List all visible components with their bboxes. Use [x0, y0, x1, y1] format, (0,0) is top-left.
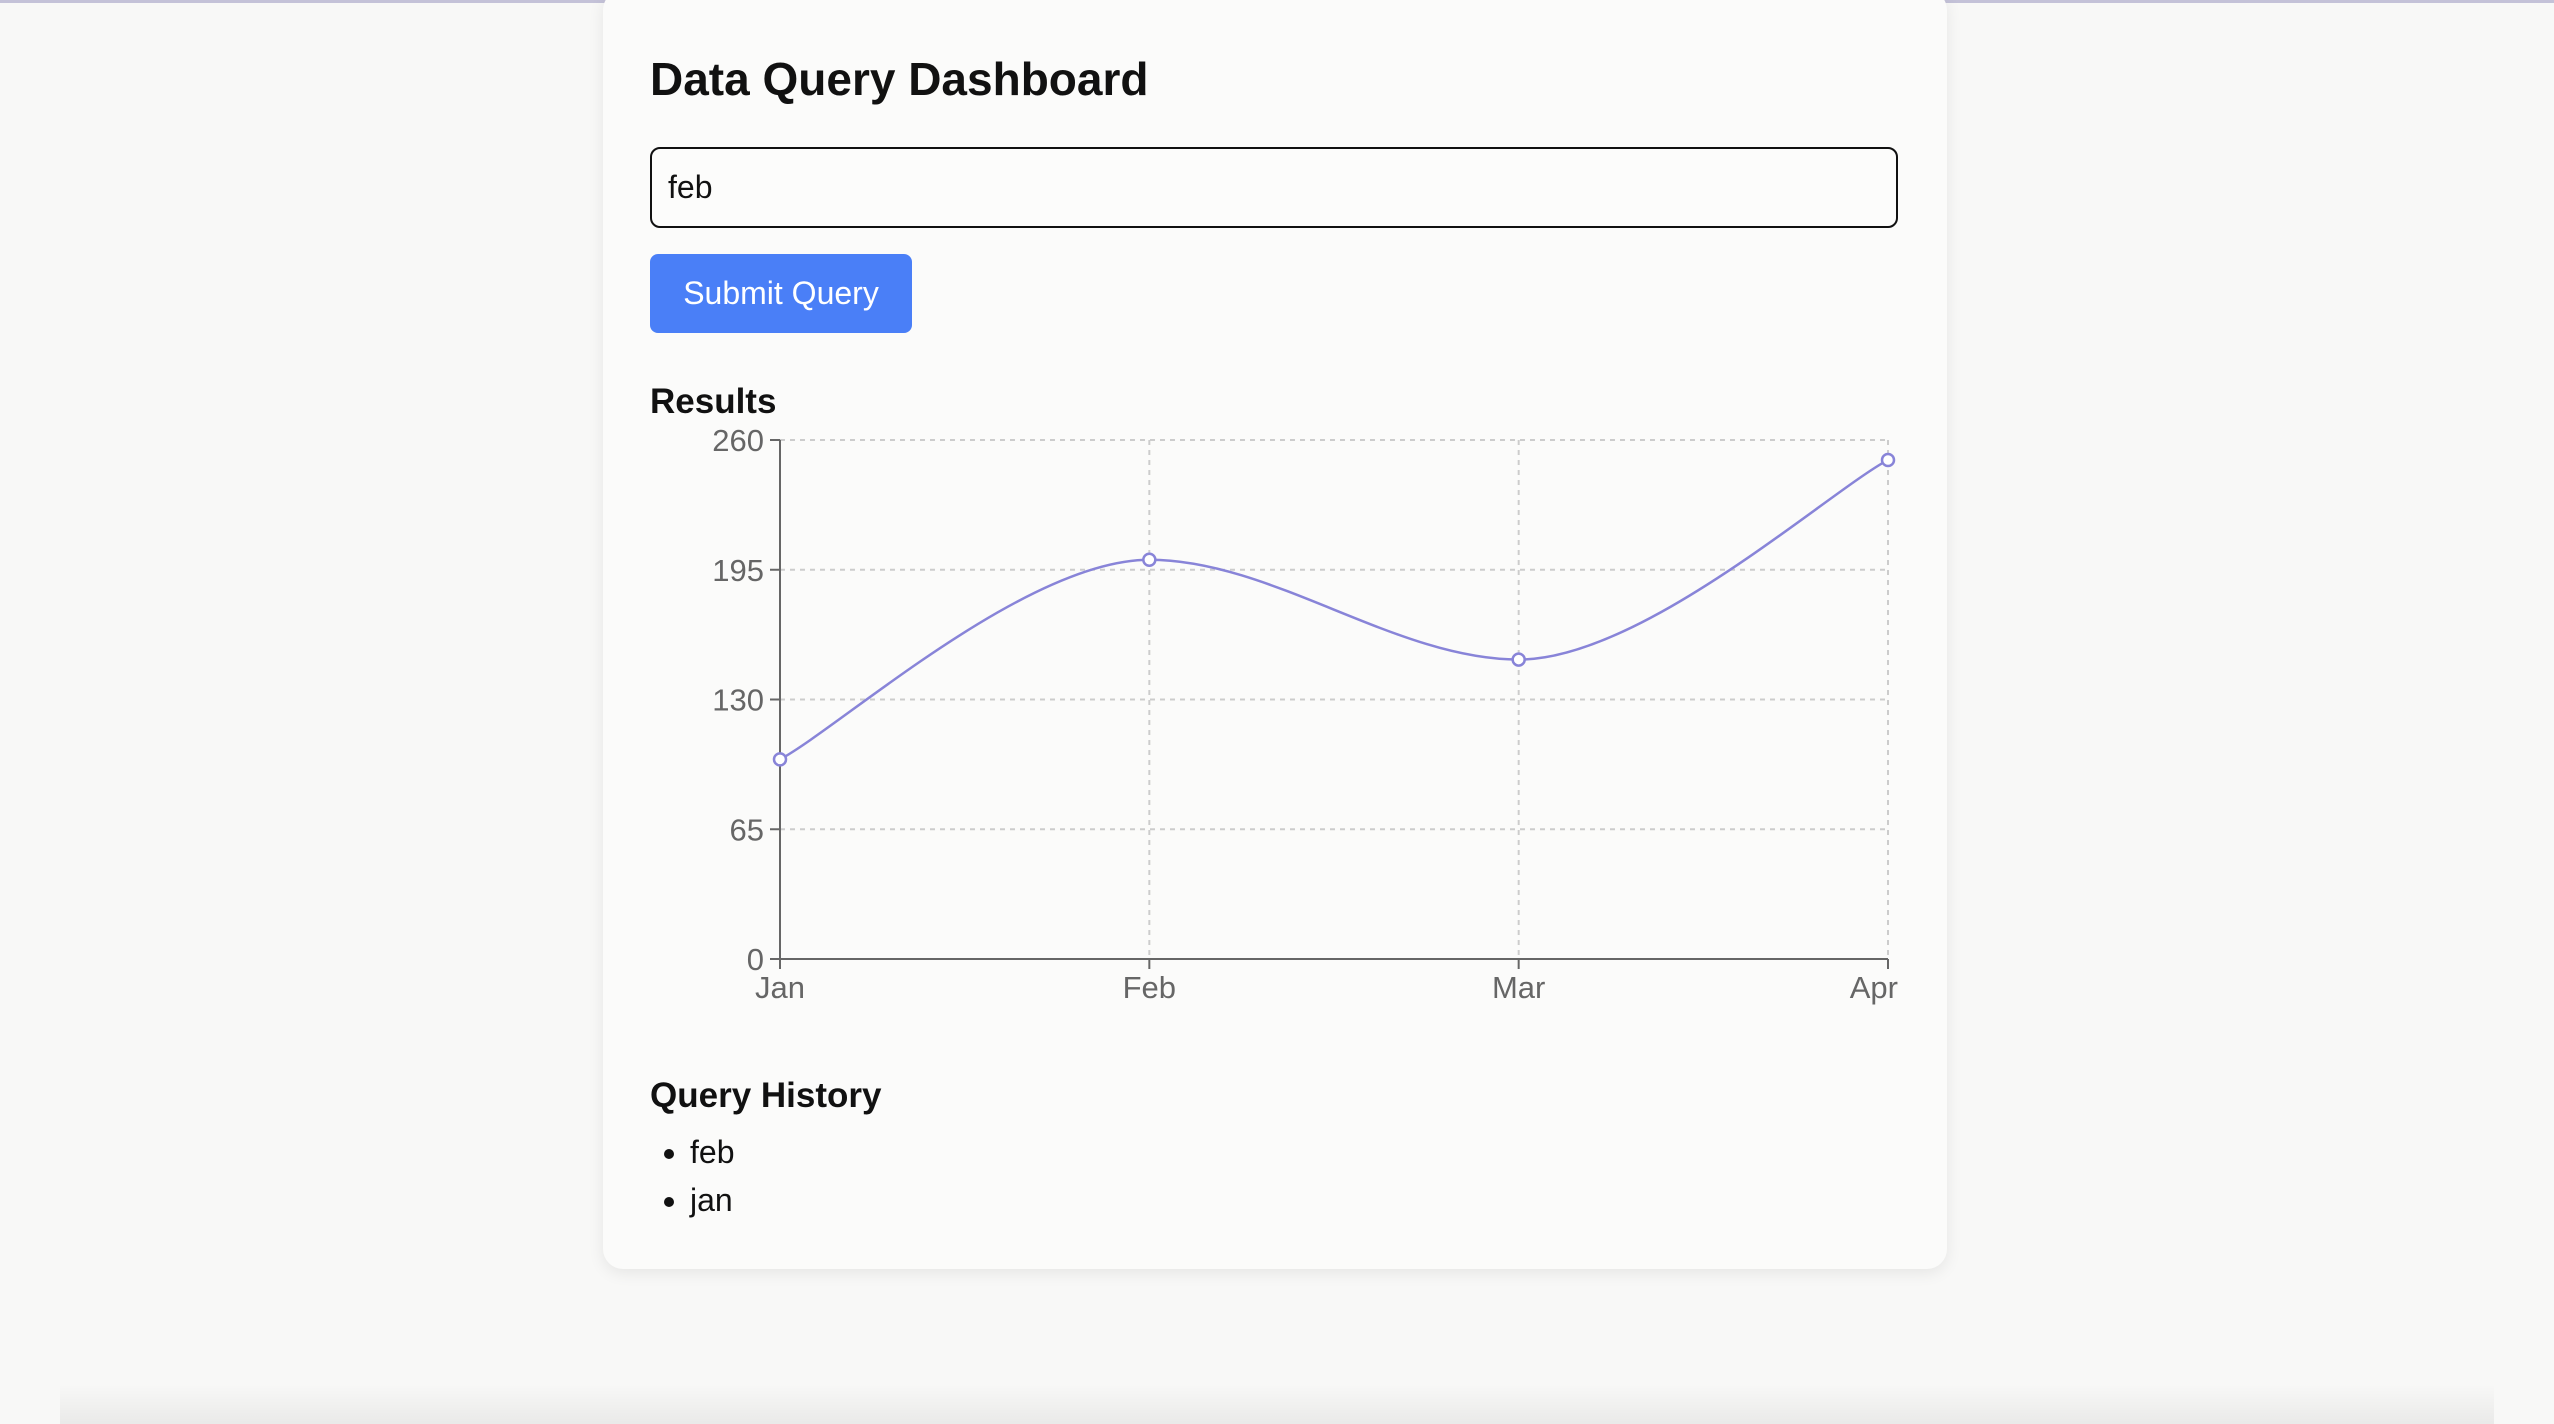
query-input[interactable]: [650, 147, 1898, 228]
x-tick-label: Jan: [755, 970, 805, 1005]
submit-query-button[interactable]: Submit Query: [650, 254, 912, 333]
y-tick-label: 260: [712, 423, 764, 458]
x-tick-label: Apr: [1850, 970, 1898, 1005]
history-item[interactable]: jan: [690, 1176, 734, 1224]
results-line-chart: 065130195260Jan Feb Mar Apr: [712, 423, 1898, 1005]
history-item[interactable]: feb: [690, 1128, 734, 1176]
y-tick-label: 130: [712, 683, 764, 718]
query-history-list: feb jan: [650, 1128, 734, 1224]
series-line: [779, 458, 1889, 761]
results-heading: Results: [650, 382, 777, 421]
x-tick-label: Feb: [1123, 970, 1176, 1005]
data-point: [772, 752, 788, 767]
x-tick-label: Mar: [1492, 970, 1545, 1005]
data-point: [1880, 452, 1896, 468]
data-point: [1142, 552, 1157, 568]
y-tick-label: 65: [730, 812, 764, 847]
y-tick-label: 195: [712, 553, 764, 588]
page-title: Data Query Dashboard: [650, 53, 1149, 105]
dock-shadow: [60, 1384, 2494, 1424]
query-history-heading: Query History: [650, 1076, 882, 1115]
data-point: [1511, 652, 1526, 667]
